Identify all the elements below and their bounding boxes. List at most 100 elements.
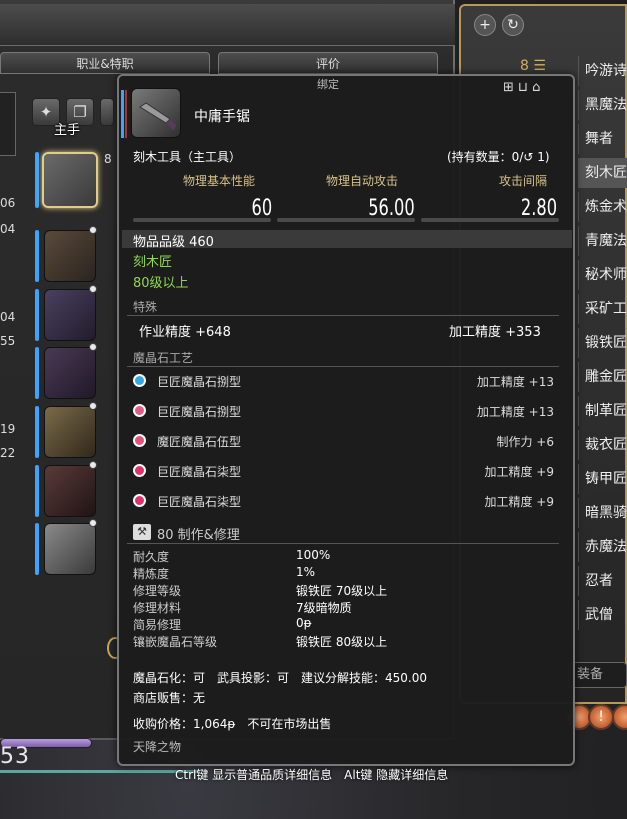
stat-header: 物理自动攻击 xyxy=(326,174,399,188)
plus-icon[interactable]: + xyxy=(474,14,496,36)
bonus-stat: 作业精度 +648 xyxy=(139,325,231,340)
job-list-item[interactable]: 制革匠 xyxy=(578,396,627,426)
sell-price: 收购价格：1,064ᵽ 不可在市场出售 xyxy=(133,717,332,731)
materia-name: 巨匠魔晶石捌型 xyxy=(157,405,242,419)
item-category: 刻木工具（主工具） xyxy=(133,150,242,164)
repair-value: 100% xyxy=(296,548,331,562)
slot-indicator xyxy=(35,289,39,341)
main-hand-slot[interactable] xyxy=(42,152,98,208)
item-side-bar xyxy=(121,90,124,138)
divider xyxy=(127,366,559,367)
repair-header: 80 制作&修理 xyxy=(157,528,240,543)
waist-slot[interactable] xyxy=(44,406,96,458)
shop-icon: ⌂ xyxy=(532,80,545,95)
repair-value: 1% xyxy=(296,565,316,579)
job-list-item[interactable]: 忍者 xyxy=(578,566,627,596)
job-list-item[interactable]: 雕金匠 xyxy=(578,362,627,392)
character-tabs: 职业&特职 评价 xyxy=(0,52,455,74)
job-list-item[interactable]: 刻木匠 xyxy=(578,158,627,188)
job-list-item[interactable]: 舞者 xyxy=(578,124,627,154)
saw-icon xyxy=(131,88,181,138)
progress-line xyxy=(0,770,200,773)
level-requirement: 80级以上 xyxy=(133,276,189,291)
repair-value: 0ᵽ xyxy=(296,616,312,630)
materia-gem-icon xyxy=(133,434,146,447)
item-name: 中庸手锯 xyxy=(194,109,250,125)
materia-gem-icon xyxy=(133,374,146,387)
job-list-item[interactable]: 青魔法师 xyxy=(578,226,627,256)
materia-bonus: 制作力 +6 xyxy=(496,435,554,449)
character-window-header[interactable] xyxy=(0,4,455,46)
bound-label: 绑定 xyxy=(317,78,339,91)
divider xyxy=(127,315,559,316)
bonus-stat: 加工精度 +353 xyxy=(449,325,541,340)
job-list-item[interactable]: 裁衣匠 xyxy=(578,430,627,460)
stat-value: 04 xyxy=(0,222,16,236)
status-dot xyxy=(89,461,97,469)
body-slot[interactable] xyxy=(44,289,96,341)
sort-icon[interactable]: 8 ☰ xyxy=(520,58,546,74)
materia-gem-icon xyxy=(133,464,146,477)
refresh-icon[interactable]: ↻ xyxy=(502,14,524,36)
materia-name: 巨匠魔晶石捌型 xyxy=(157,375,242,389)
item-source: 天降之物 xyxy=(133,740,182,754)
job-list-item[interactable]: 暗黑骑士 xyxy=(578,498,627,528)
stat-header: 攻击间隔 xyxy=(499,174,548,188)
slot-indicator xyxy=(35,152,39,208)
repair-label: 镶嵌魔晶石等级 xyxy=(133,635,218,649)
job-list-item[interactable]: 炼金术士 xyxy=(578,192,627,222)
head-slot[interactable] xyxy=(44,230,96,282)
status-dot xyxy=(89,285,97,293)
repair-value: 锻铁匠 80级以上 xyxy=(296,635,388,649)
hands-slot[interactable] xyxy=(44,347,96,399)
materia-bonus: 加工精度 +9 xyxy=(484,465,554,479)
stat-value: 06 xyxy=(0,196,16,210)
repair-label: 修理等级 xyxy=(133,584,182,598)
slot-indicator xyxy=(35,523,39,575)
portrait-panel xyxy=(0,92,16,156)
repair-value: 锻铁匠 70级以上 xyxy=(296,584,388,598)
stat-value: 04 xyxy=(0,310,16,324)
stat-bar xyxy=(421,218,559,222)
anvil-icon: ⚒ xyxy=(133,524,151,540)
job-list-item[interactable]: 秘术师 xyxy=(578,260,627,290)
job-list-item[interactable]: 赤魔法师 xyxy=(578,532,627,562)
status-dot xyxy=(89,226,97,234)
shop-line: 商店贩售：无 xyxy=(133,691,206,705)
alert-icon[interactable]: ! xyxy=(588,704,614,730)
status-dot xyxy=(89,343,97,351)
slot-indicator xyxy=(35,230,39,282)
materia-gem-icon xyxy=(133,404,146,417)
feet-slot[interactable] xyxy=(44,523,96,575)
materia-desynth-line: 魔晶石化：可 武具投影：可 建议分解技能：450.00 xyxy=(133,671,427,685)
main-hand-label: 主手 xyxy=(54,123,81,138)
legs-slot[interactable] xyxy=(44,465,96,517)
item-side-bar xyxy=(125,90,127,138)
repair-label: 精炼度 xyxy=(133,567,170,581)
job-list-item[interactable]: 铸甲匠 xyxy=(578,464,627,494)
slot-level: 8 xyxy=(104,152,112,166)
tab-rating[interactable]: 评价 xyxy=(218,52,438,74)
repair-label: 耐久度 xyxy=(133,550,170,564)
equip-field[interactable]: 装备 xyxy=(568,662,627,688)
tooltip-status-icons: ⊞⊔⌂ xyxy=(503,80,544,95)
job-list-item[interactable]: 吟游诗人 xyxy=(578,56,627,86)
repair-label: 简易修理 xyxy=(133,618,182,632)
stat-bar xyxy=(133,218,271,222)
repair-label: 修理材料 xyxy=(133,601,182,615)
slot-indicator xyxy=(35,406,39,458)
job-list-item[interactable]: 锻铁匠 xyxy=(578,328,627,358)
item-level: 物品品级 460 xyxy=(133,235,214,250)
stat-value: 19 xyxy=(0,422,16,436)
materia-bonus: 加工精度 +9 xyxy=(484,495,554,509)
materia-label: 魔晶石工艺 xyxy=(133,351,194,365)
plus-box-icon: ⊞ xyxy=(503,80,518,95)
special-label: 特殊 xyxy=(133,300,158,314)
job-list-item[interactable]: 武僧 xyxy=(578,600,627,630)
stat-bar xyxy=(277,218,415,222)
tab-class-job[interactable]: 职业&特职 xyxy=(0,52,210,74)
more-icon[interactable] xyxy=(100,98,114,126)
job-list-item[interactable]: 采矿工 xyxy=(578,294,627,324)
job-list-item[interactable]: 黑魔法师 xyxy=(578,90,627,120)
job-requirement: 刻木匠 xyxy=(133,255,173,270)
